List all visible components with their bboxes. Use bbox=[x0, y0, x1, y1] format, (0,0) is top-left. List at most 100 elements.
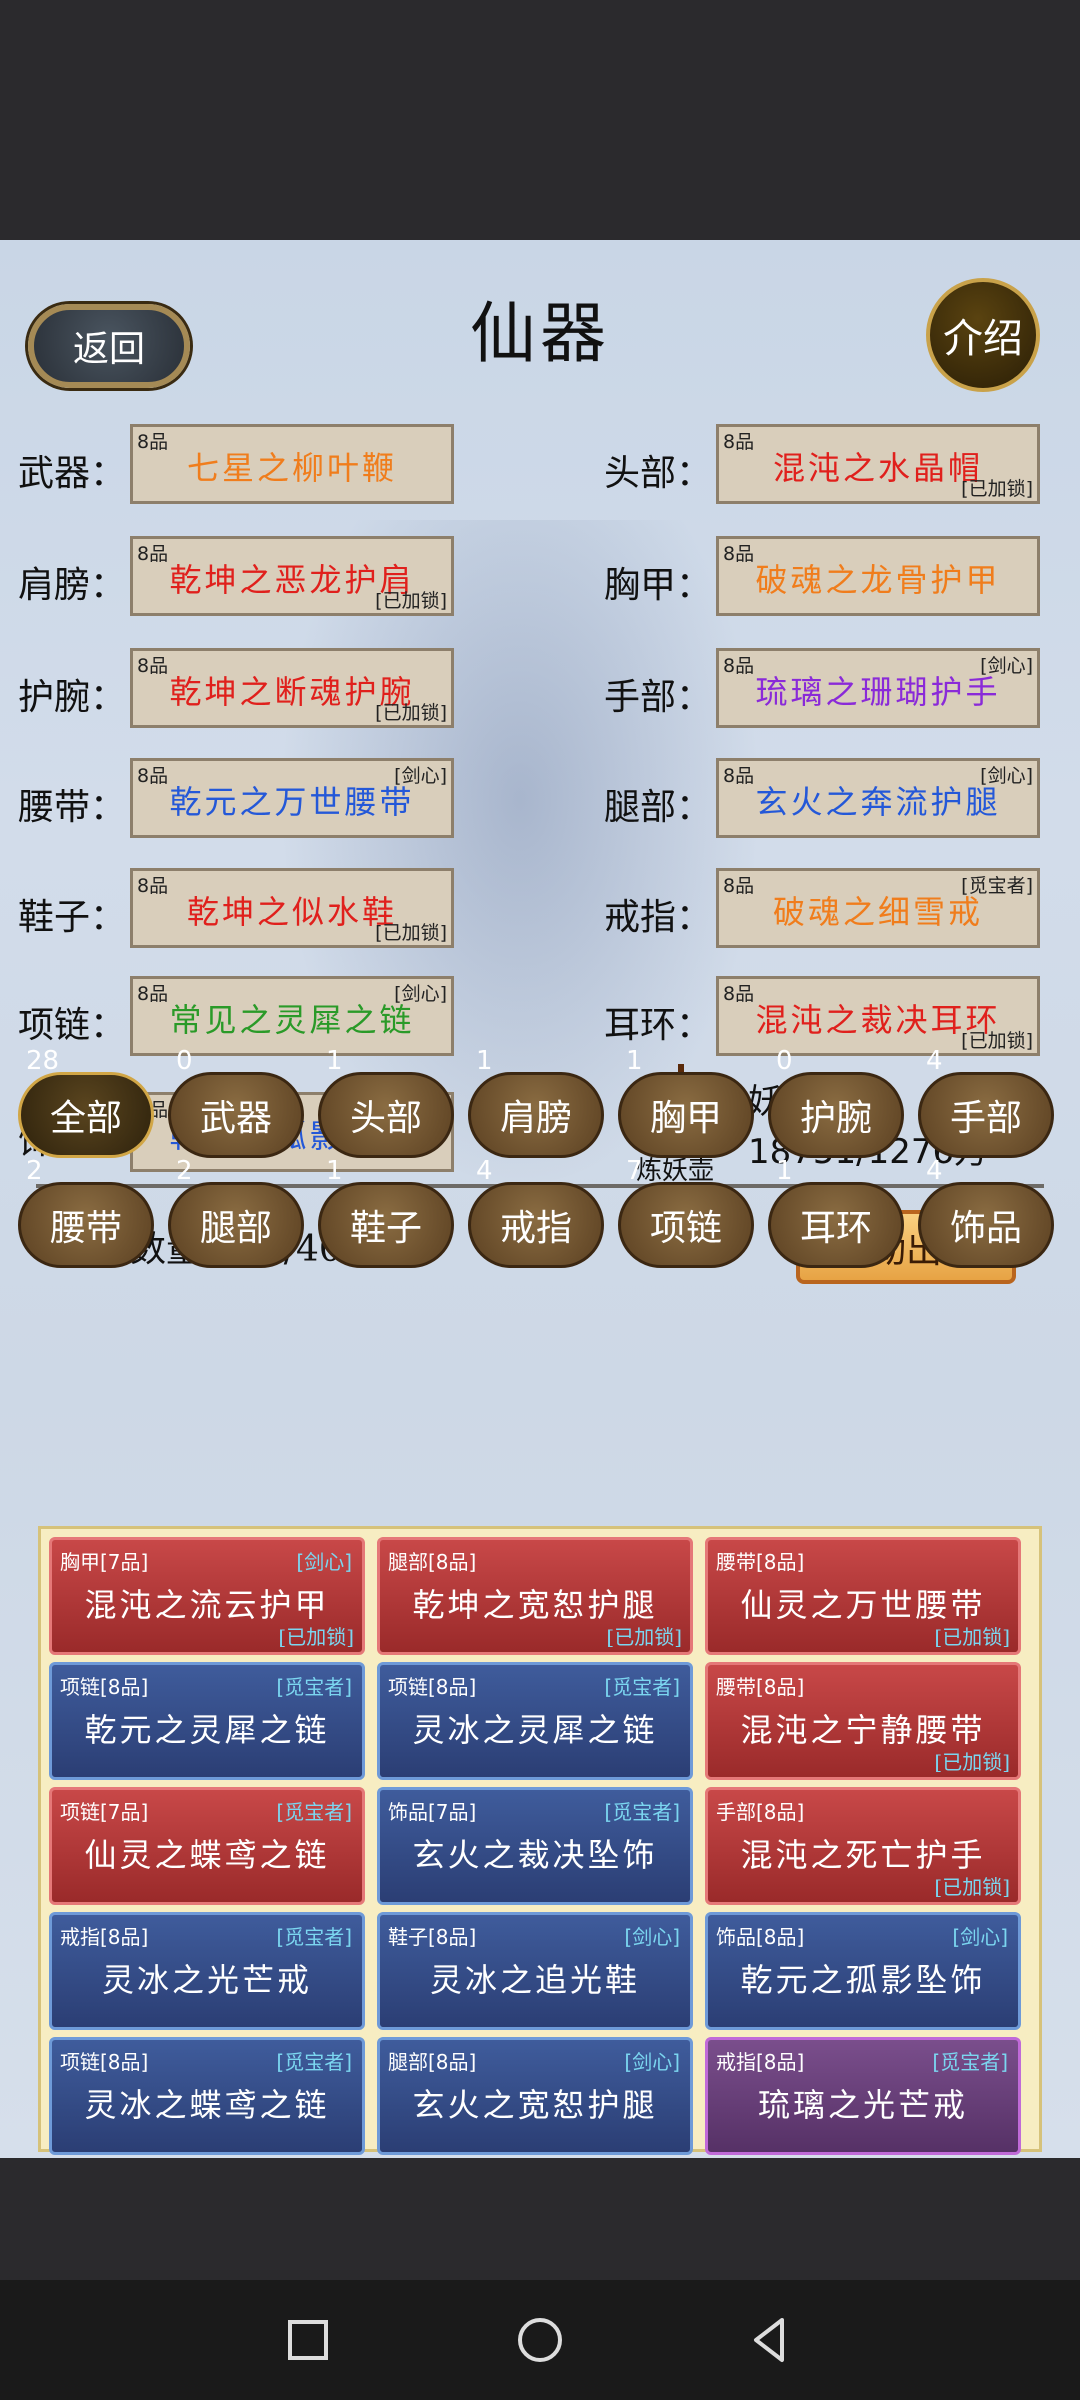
filter-tab[interactable]: 耳环 bbox=[768, 1182, 904, 1268]
slot-label: 头部： bbox=[604, 453, 713, 494]
slot-tag: [觅宝者] bbox=[961, 875, 1033, 897]
slot-label: 胸甲： bbox=[604, 565, 713, 606]
card-item-name: 玄火之裁决坠饰 bbox=[412, 1836, 658, 1874]
card-item-name: 琉璃之光芒戒 bbox=[757, 2086, 968, 2124]
inventory-card[interactable]: 腿部[8品] [剑心] 玄火之宽恕护腿 bbox=[377, 2037, 693, 2155]
filter-count: 1 bbox=[476, 1046, 493, 1076]
filter-tab[interactable]: 肩膀 bbox=[468, 1072, 604, 1158]
intro-button[interactable]: 介绍 bbox=[926, 278, 1040, 392]
filter-tab[interactable]: 项链 bbox=[618, 1182, 754, 1268]
card-item-name: 灵冰之蝶鸢之链 bbox=[84, 2086, 330, 2124]
slot-tag: [剑心] bbox=[394, 983, 447, 1005]
inventory-card[interactable]: 腰带[8品] 混沌之宁静腰带 [已加锁] bbox=[705, 1662, 1021, 1780]
card-tag: [觅宝者] bbox=[276, 2050, 352, 2074]
slot-label: 戒指： bbox=[604, 897, 713, 938]
card-tag: [觅宝者] bbox=[932, 2050, 1008, 2074]
card-type: 饰品[7品] bbox=[388, 1800, 477, 1824]
filter-count: 1 bbox=[626, 1046, 643, 1076]
slot-label: 手部： bbox=[604, 677, 713, 718]
card-tag: [觅宝者] bbox=[604, 1800, 680, 1824]
inventory-card[interactable]: 胸甲[7品] [剑心] 混沌之流云护甲 [已加锁] bbox=[49, 1537, 365, 1655]
card-item-name: 灵冰之追光鞋 bbox=[429, 1961, 640, 1999]
filter-tab[interactable]: 胸甲 bbox=[618, 1072, 754, 1158]
card-tag: [觅宝者] bbox=[276, 1925, 352, 1949]
equipment-slot[interactable]: 8品 乾坤之恶龙护肩 [已加锁] bbox=[130, 536, 454, 616]
filter-tab[interactable]: 全部 bbox=[18, 1072, 154, 1158]
inventory-card[interactable]: 饰品[8品] [剑心] 乾元之孤影坠饰 bbox=[705, 1912, 1021, 2030]
card-item-name: 灵冰之光芒戒 bbox=[101, 1961, 312, 1999]
filter-count: 7 bbox=[626, 1156, 643, 1186]
filter-count: 1 bbox=[776, 1156, 793, 1186]
equipment-slot[interactable]: 8品 七星之柳叶鞭 bbox=[130, 424, 454, 504]
status-bar-area bbox=[0, 0, 1080, 240]
equipment-slot[interactable]: 8品 破魂之细雪戒 [觅宝者] bbox=[716, 868, 1040, 948]
equipment-slot[interactable]: 8品 混沌之水晶帽 [已加锁] bbox=[716, 424, 1040, 504]
home-icon[interactable] bbox=[510, 2310, 570, 2370]
equipment-slot[interactable]: 8品 玄火之奔流护腿 [剑心] bbox=[716, 758, 1040, 838]
equipment-slot[interactable]: 8品 琉璃之珊瑚护手 [剑心] bbox=[716, 648, 1040, 728]
filter-tab[interactable]: 戒指 bbox=[468, 1182, 604, 1268]
inventory-card[interactable]: 鞋子[8品] [剑心] 灵冰之追光鞋 bbox=[377, 1912, 693, 2030]
filter-tab[interactable]: 腿部 bbox=[168, 1182, 304, 1268]
equipment-slot[interactable]: 8品 乾元之万世腰带 [剑心] bbox=[130, 758, 454, 838]
card-type: 腰带[8品] bbox=[716, 1675, 805, 1699]
card-type: 腿部[8品] bbox=[388, 2050, 477, 2074]
filter-count: 1 bbox=[326, 1046, 343, 1076]
inventory-card[interactable]: 项链[8品] [觅宝者] 乾元之灵犀之链 bbox=[49, 1662, 365, 1780]
card-item-name: 玄火之宽恕护腿 bbox=[412, 2086, 658, 2124]
inventory-card[interactable]: 戒指[8品] [觅宝者] 灵冰之光芒戒 bbox=[49, 1912, 365, 2030]
inventory-card[interactable]: 项链[8品] [觅宝者] 灵冰之灵犀之链 bbox=[377, 1662, 693, 1780]
back-nav-icon[interactable] bbox=[740, 2310, 800, 2370]
slot-label: 武器： bbox=[18, 453, 127, 494]
card-tag: [剑心] bbox=[952, 1925, 1008, 1949]
slot-tag: [剑心] bbox=[394, 765, 447, 787]
card-type: 项链[8品] bbox=[60, 1675, 149, 1699]
card-item-name: 仙灵之蝶鸢之链 bbox=[84, 1836, 330, 1874]
card-tag: [觅宝者] bbox=[276, 1800, 352, 1824]
card-tag: [觅宝者] bbox=[276, 1675, 352, 1699]
card-type: 鞋子[8品] bbox=[388, 1925, 477, 1949]
card-type: 胸甲[7品] bbox=[60, 1550, 149, 1574]
card-item-name: 乾元之孤影坠饰 bbox=[740, 1961, 986, 1999]
equipment-slot[interactable]: 8品 乾坤之似水鞋 [已加锁] bbox=[130, 868, 454, 948]
slot-item-name: 破魂之龙骨护甲 bbox=[755, 561, 1001, 599]
filter-tab[interactable]: 腰带 bbox=[18, 1182, 154, 1268]
card-type: 戒指[8品] bbox=[60, 1925, 149, 1949]
inventory-card[interactable]: 腰带[8品] 仙灵之万世腰带 [已加锁] bbox=[705, 1537, 1021, 1655]
equipment-slot[interactable]: 8品 乾坤之断魂护腕 [已加锁] bbox=[130, 648, 454, 728]
card-type: 戒指[8品] bbox=[716, 2050, 805, 2074]
equipment-slot[interactable]: 8品 混沌之裁决耳环 [已加锁] bbox=[716, 976, 1040, 1056]
inventory-card[interactable]: 项链[7品] [觅宝者] 仙灵之蝶鸢之链 bbox=[49, 1787, 365, 1905]
filter-tab[interactable]: 护腕 bbox=[768, 1072, 904, 1158]
filter-tab[interactable]: 头部 bbox=[318, 1072, 454, 1158]
equipment-slot[interactable]: 8品 常见之灵犀之链 [剑心] bbox=[130, 976, 454, 1056]
filter-count: 4 bbox=[476, 1156, 493, 1186]
equipment-slot[interactable]: 8品 破魂之龙骨护甲 bbox=[716, 536, 1040, 616]
card-item-name: 仙灵之万世腰带 bbox=[740, 1586, 986, 1624]
inventory-card[interactable]: 戒指[8品] [觅宝者] 琉璃之光芒戒 bbox=[705, 2037, 1021, 2155]
slot-tag: [已加锁] bbox=[375, 922, 447, 944]
filter-tab[interactable]: 鞋子 bbox=[318, 1182, 454, 1268]
filter-tab[interactable]: 武器 bbox=[168, 1072, 304, 1158]
slot-tag: [已加锁] bbox=[961, 1030, 1033, 1052]
inventory-card[interactable]: 项链[8品] [觅宝者] 灵冰之蝶鸢之链 bbox=[49, 2037, 365, 2155]
inventory-card[interactable]: 手部[8品] 混沌之死亡护手 [已加锁] bbox=[705, 1787, 1021, 1905]
navigation-bar bbox=[0, 2280, 1080, 2400]
slot-item-name: 七星之柳叶鞭 bbox=[186, 449, 397, 487]
filter-tab[interactable]: 饰品 bbox=[918, 1182, 1054, 1268]
card-type: 项链[8品] bbox=[388, 1675, 477, 1699]
card-type: 项链[7品] bbox=[60, 1800, 149, 1824]
filter-count: 4 bbox=[926, 1156, 943, 1186]
inventory-card[interactable]: 腿部[8品] 乾坤之宽恕护腿 [已加锁] bbox=[377, 1537, 693, 1655]
slot-label: 耳环： bbox=[604, 1005, 713, 1046]
card-lock: [已加锁] bbox=[934, 1625, 1010, 1649]
inventory-grid: 胸甲[7品] [剑心] 混沌之流云护甲 [已加锁] 腿部[8品] 乾坤之宽恕护腿 [已加锁]… bbox=[38, 1526, 1042, 2155]
card-tag: [剑心] bbox=[624, 1925, 680, 1949]
inventory-card[interactable]: 饰品[7品] [觅宝者] 玄火之裁决坠饰 bbox=[377, 1787, 693, 1905]
slot-tag: [已加锁] bbox=[375, 590, 447, 612]
filter-tab[interactable]: 手部 bbox=[918, 1072, 1054, 1158]
card-type: 腰带[8品] bbox=[716, 1550, 805, 1574]
back-button[interactable]: 返回 bbox=[28, 304, 190, 388]
bottom-area bbox=[0, 2158, 1080, 2280]
recent-apps-icon[interactable] bbox=[278, 2310, 338, 2370]
